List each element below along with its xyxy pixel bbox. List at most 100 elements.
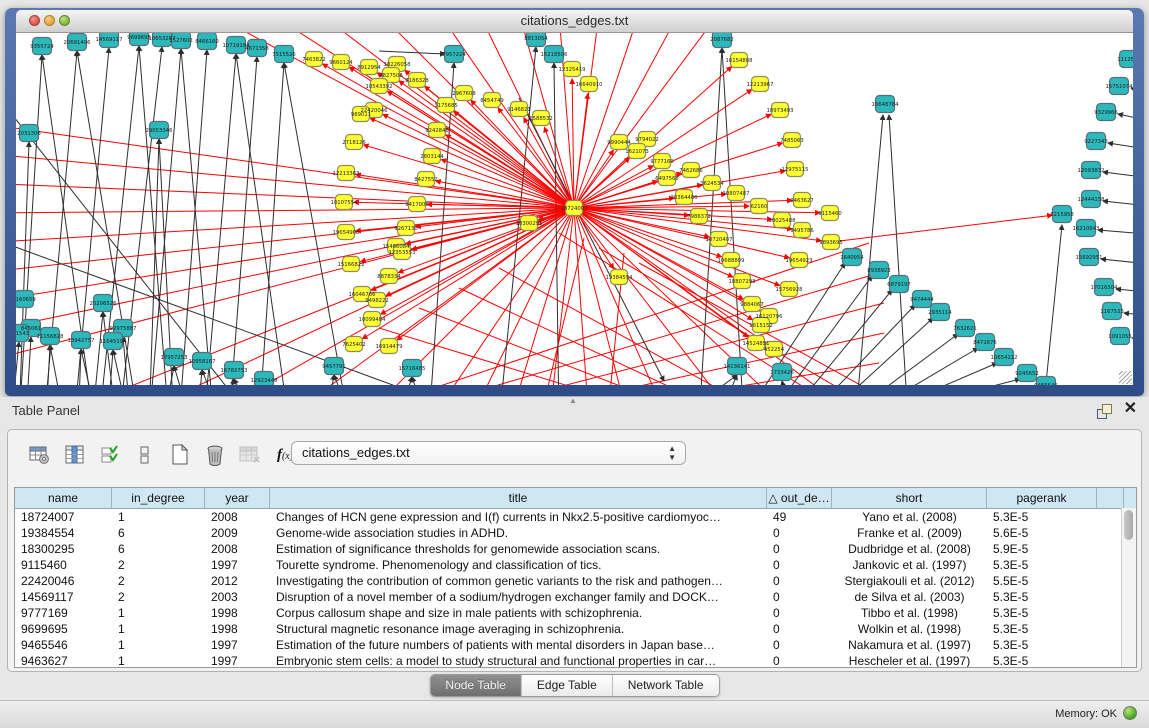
table-cell: 5.3E-5	[987, 605, 1097, 621]
svg-text:1527602: 1527602	[169, 38, 193, 44]
svg-text:18724007: 18724007	[561, 206, 588, 212]
table-selector-value: citations_edges.txt	[302, 445, 410, 460]
svg-text:15751074: 15751074	[1106, 84, 1133, 90]
svg-text:2967608: 2967608	[452, 91, 476, 97]
table-body[interactable]: 1872400712008Changes of HCN gene express…	[15, 509, 1136, 668]
new-document-icon[interactable]	[168, 443, 192, 467]
vertical-scrollbar[interactable]	[1121, 508, 1136, 667]
network-window: citations_edges.txt 18724007 9794022 99904…	[5, 8, 1144, 396]
rows-icon[interactable]	[133, 443, 157, 467]
svg-text:9794022: 9794022	[635, 137, 659, 143]
close-icon[interactable]: ✕	[1124, 401, 1137, 417]
table-cell: Genome-wide association studies in ADHD.	[270, 525, 767, 541]
table-cell: 0	[767, 605, 832, 621]
svg-text:20364486: 20364486	[671, 195, 699, 201]
table-cell: Estimation of the future numbers of pati…	[270, 637, 767, 653]
svg-text:18226058: 18226058	[384, 62, 412, 68]
svg-text:9495786: 9495786	[790, 228, 814, 234]
table-cell: 22420046	[15, 573, 112, 589]
table-row[interactable]: 1830029562008Estimation of significance …	[15, 541, 1136, 557]
svg-text:20691406: 20691406	[64, 40, 92, 46]
table-row[interactable]: 946362711997Embryonic stem cells: a mode…	[15, 653, 1136, 668]
svg-text:62160: 62160	[751, 204, 768, 210]
svg-text:9990444: 9990444	[607, 140, 631, 146]
table-selector-dropdown[interactable]: citations_edges.txt ▲▼	[291, 441, 686, 465]
table-panel: f(x) citations_edges.txt ▲▼ namein_degre…	[7, 429, 1142, 672]
column-header[interactable]: short	[832, 488, 987, 508]
float-window-icon[interactable]	[1097, 403, 1113, 419]
svg-text:7632621: 7632621	[953, 326, 977, 332]
svg-text:8938923: 8938923	[867, 268, 891, 274]
network-graph[interactable]: 1872400797940229990444162107397771696497…	[16, 33, 1133, 385]
table-row[interactable]: 969969511998Structural magnetic resonanc…	[15, 621, 1136, 637]
column-header[interactable]: pagerank	[987, 488, 1097, 508]
import-table-icon[interactable]	[238, 443, 262, 467]
svg-text:19384554: 19384554	[606, 275, 634, 281]
column-header[interactable]: title	[270, 488, 767, 508]
column-header[interactable]: in_degree	[112, 488, 205, 508]
table-cell: 2009	[205, 525, 270, 541]
table-cell: 1997	[205, 637, 270, 653]
table-cell: 1	[112, 605, 205, 621]
svg-text:10025488: 10025488	[769, 218, 797, 224]
table-cell: Investigating the contribution of common…	[270, 573, 767, 589]
svg-text:1615152: 1615152	[749, 323, 773, 329]
svg-text:1091055: 1091055	[1108, 334, 1132, 340]
svg-text:2160659: 2160659	[16, 297, 36, 303]
table-cell: 0	[767, 653, 832, 668]
tab-network-table[interactable]: Network Table	[613, 675, 719, 696]
svg-text:9893695: 9893695	[819, 240, 843, 246]
tab-edge-table[interactable]: Edge Table	[522, 675, 613, 696]
svg-text:16154808: 16154808	[726, 58, 754, 64]
table-cell: 19384554	[15, 525, 112, 541]
attribute-table[interactable]: namein_degreeyeartitle△ out_de…shortpage…	[14, 487, 1137, 668]
network-canvas[interactable]: 1872400797940229990444162107397771696497…	[16, 33, 1133, 385]
delete-icon[interactable]	[203, 443, 227, 467]
svg-text:1112544: 1112544	[1117, 57, 1133, 63]
resize-grip-icon[interactable]	[1119, 371, 1132, 384]
table-cell: 9777169	[15, 605, 112, 621]
column-header[interactable]: name	[15, 488, 112, 508]
column-chooser-icon[interactable]	[63, 443, 87, 467]
table-cell: 5.3E-5	[987, 557, 1097, 573]
column-header[interactable]: year	[205, 488, 270, 508]
svg-text:9146821: 9146821	[507, 107, 531, 113]
table-row[interactable]: 1456911722003Disruption of a novel membe…	[15, 589, 1136, 605]
table-cell: 0	[767, 525, 832, 541]
table-row[interactable]: 977716911998Corpus callosum shape and si…	[15, 605, 1136, 621]
table-row[interactable]: 1872400712008Changes of HCN gene express…	[15, 509, 1136, 525]
table-cell: 9465546	[15, 637, 112, 653]
table-row[interactable]: 2242004622012Investigating the contribut…	[15, 573, 1136, 589]
svg-text:9242848: 9242848	[425, 128, 449, 134]
table-cell: Changes of HCN gene expression and I(f) …	[270, 509, 767, 525]
svg-text:9355724: 9355724	[30, 44, 54, 50]
table-cell: 5.6E-5	[987, 525, 1097, 541]
table-cell: 9115460	[15, 557, 112, 573]
window-titlebar[interactable]: citations_edges.txt	[16, 10, 1133, 33]
scrollbar-thumb[interactable]	[1124, 510, 1133, 540]
tab-node-table[interactable]: Node Table	[430, 675, 522, 696]
svg-text:3175685: 3175685	[434, 103, 458, 109]
table-cell: 2003	[205, 589, 270, 605]
table-row[interactable]: 946554611997Estimation of the future num…	[15, 637, 1136, 653]
row-check-icon[interactable]	[98, 443, 122, 467]
svg-text:2718126: 2718126	[342, 140, 366, 146]
table-settings-icon[interactable]	[28, 443, 52, 467]
svg-text:9699695: 9699695	[127, 35, 151, 41]
svg-text:1621073: 1621073	[625, 149, 649, 155]
table-cell: 14569117	[15, 589, 112, 605]
table-cell: 2008	[205, 541, 270, 557]
table-header-row[interactable]: namein_degreeyeartitle△ out_de…shortpage…	[15, 488, 1136, 509]
column-header[interactable]	[1097, 488, 1124, 508]
table-cell: 0	[767, 557, 832, 573]
table-row[interactable]: 911546021997Tourette syndrome. Phenomeno…	[15, 557, 1136, 573]
svg-text:16640910: 16640910	[576, 82, 604, 88]
svg-text:10807487: 10807487	[723, 191, 750, 197]
memory-ok-indicator[interactable]	[1123, 706, 1137, 720]
column-header[interactable]: △ out_de…	[767, 488, 832, 508]
table-row[interactable]: 1938455462009Genome-wide association stu…	[15, 525, 1136, 541]
splitter-handle-icon[interactable]: ▲	[569, 396, 577, 405]
svg-text:2087682: 2087682	[710, 37, 734, 43]
table-cell: Structural magnetic resonance image aver…	[270, 621, 767, 637]
table-cell: 0	[767, 589, 832, 605]
